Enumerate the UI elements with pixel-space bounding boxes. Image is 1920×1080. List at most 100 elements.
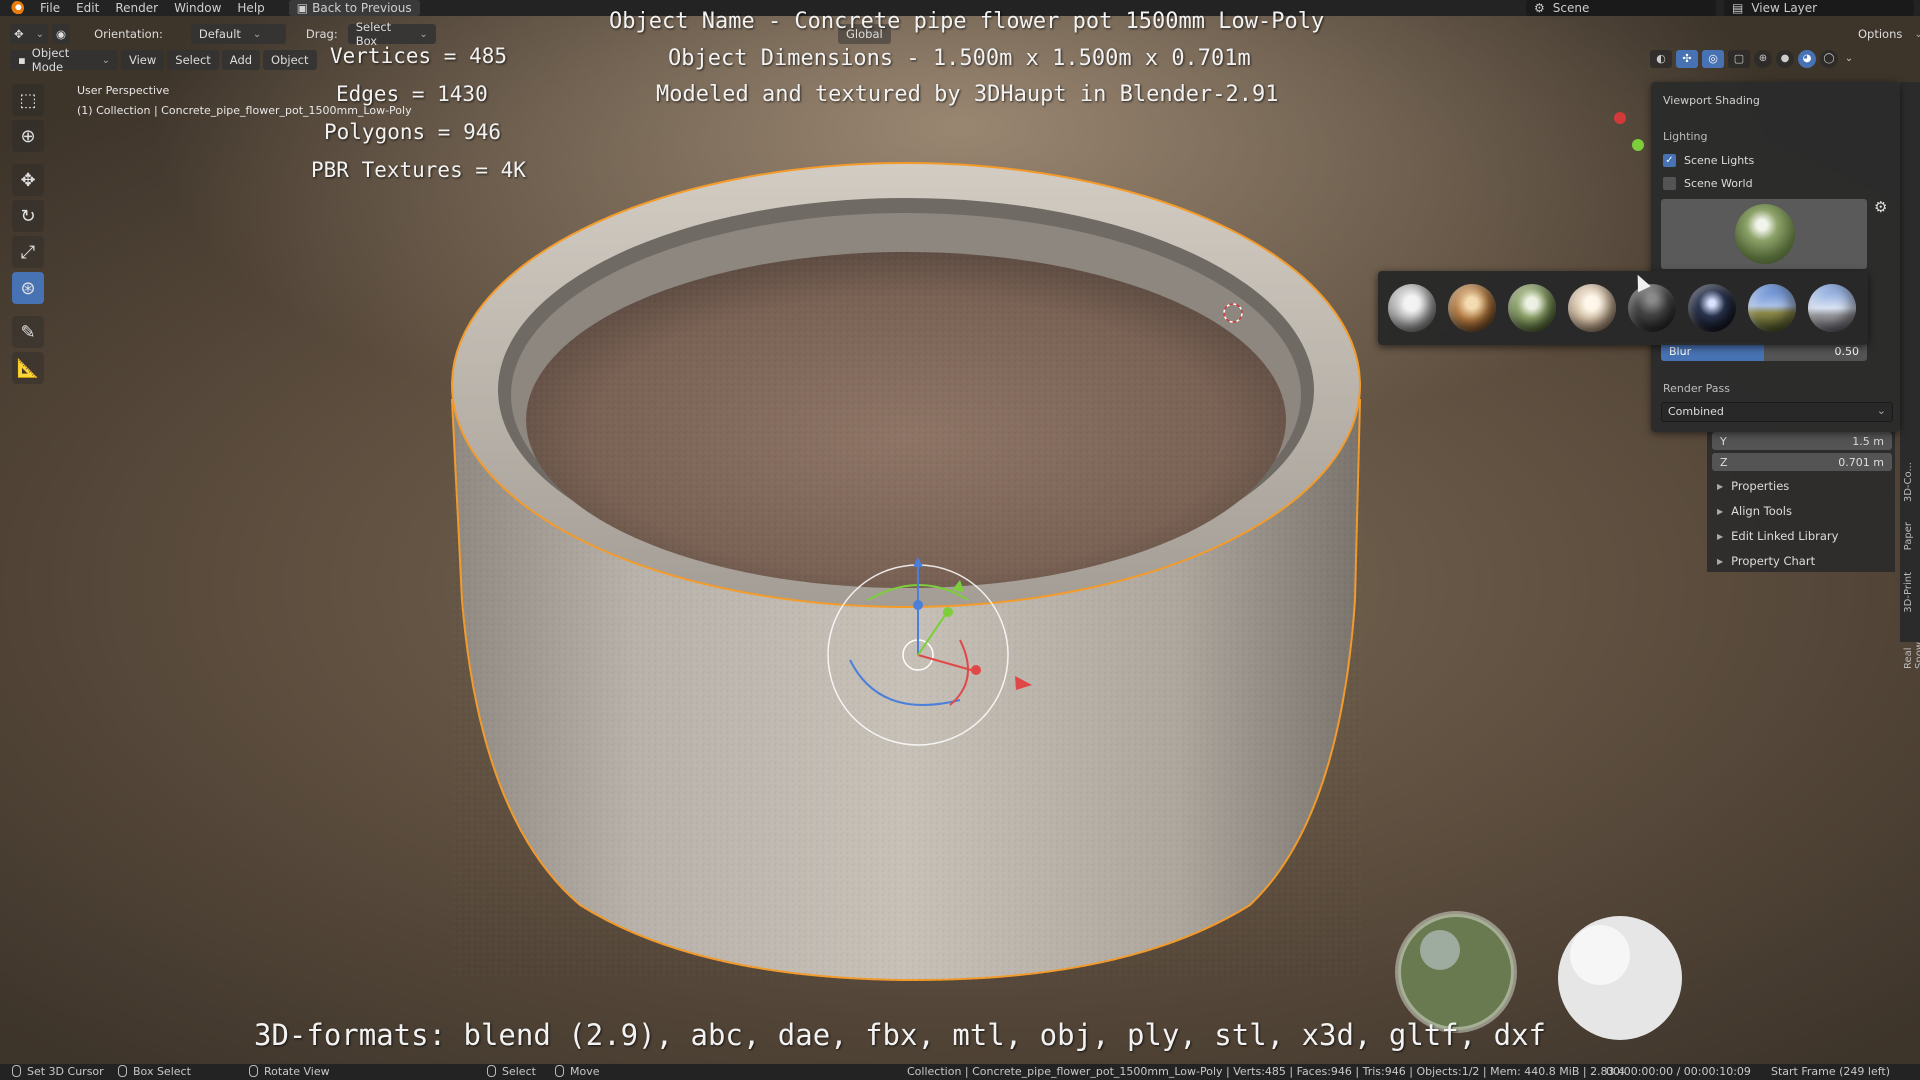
scale-tool-icon[interactable]: ⤢ <box>12 236 44 268</box>
status-box-select: Box Select <box>118 1065 191 1078</box>
select-box-tool-icon[interactable]: ⬚ <box>12 84 44 116</box>
back-to-previous-button[interactable]: ▣ Back to Previous <box>288 0 420 16</box>
concrete-pot-object[interactable] <box>0 0 1920 1064</box>
drag-label: Drag: <box>305 27 338 41</box>
tab-3d-print[interactable]: 3D-Print <box>1903 572 1914 613</box>
section-property-chart[interactable]: ▶ Property Chart <box>1707 550 1895 572</box>
material-preview-shading-icon[interactable]: ◕ <box>1798 50 1816 68</box>
render-pass-value: Combined <box>1668 405 1724 418</box>
cursor-tool-icon[interactable]: ⊕ <box>12 120 44 152</box>
orientation-dropdown[interactable]: Default <box>190 24 286 44</box>
menu-edit[interactable]: Edit <box>68 0 107 16</box>
section-property-chart-label: Property Chart <box>1731 554 1816 568</box>
credit-text: Modeled and textured by 3DHaupt in Blend… <box>656 82 1279 107</box>
shading-options-chevron-icon[interactable]: ⌄ <box>1842 50 1856 68</box>
hdri-option-forest[interactable] <box>1508 284 1556 332</box>
expand-triangle-icon: ▶ <box>1717 531 1724 541</box>
menu-add[interactable]: Add <box>221 50 261 70</box>
shading-mode-buttons: ◐ ✣ ◎ ▢ ⊕ ● ◕ ◯ ⌄ <box>1650 50 1856 68</box>
annotate-tool-icon[interactable]: ✎ <box>12 316 44 348</box>
hdri-preview-sphere <box>1735 204 1795 264</box>
mouse-drag-icon <box>118 1065 127 1077</box>
section-align-tools[interactable]: ▶ Align Tools <box>1707 500 1895 522</box>
scene-lights-checkbox[interactable]: ✓ Scene Lights <box>1663 154 1754 167</box>
nav-gizmo-x[interactable] <box>1614 112 1626 124</box>
visibility-icon[interactable]: ◐ <box>1650 50 1672 68</box>
dimension-y-value: 1.5 m <box>1852 434 1884 448</box>
editor-type-button[interactable]: ✥ <box>10 24 49 44</box>
render-pass-dropdown[interactable]: Combined <box>1661 402 1893 422</box>
checkbox-unchecked-icon <box>1663 177 1676 190</box>
mode-dropdown[interactable]: ▪ Object Mode <box>10 46 118 74</box>
mouse-middle-icon <box>249 1065 258 1077</box>
hdri-selector-strip <box>1378 271 1868 345</box>
status-bar: Set 3D Cursor Box Select Rotate View Sel… <box>0 1064 1920 1080</box>
menu-render[interactable]: Render <box>107 0 166 16</box>
rendered-shading-icon[interactable]: ◯ <box>1820 50 1838 68</box>
drag-dropdown[interactable]: Select Box <box>347 20 436 48</box>
hdri-option-sunset[interactable] <box>1748 284 1796 332</box>
status-move-label: Move <box>570 1065 600 1078</box>
solid-shading-icon[interactable]: ● <box>1776 50 1794 68</box>
menu-window[interactable]: Window <box>166 0 229 16</box>
orientation-label: Orientation: <box>94 27 163 41</box>
hdri-option-courtyard[interactable] <box>1568 284 1616 332</box>
view-layer-icon: ▤ <box>1732 1 1744 15</box>
stat-polygons: Polygons = 946 <box>324 120 502 144</box>
scene-world-checkbox[interactable]: Scene World <box>1663 177 1753 190</box>
wireframe-shading-icon[interactable]: ⊕ <box>1754 50 1772 68</box>
menu-view[interactable]: View <box>121 50 165 70</box>
overlay-toggle-icon[interactable]: ◎ <box>1702 50 1724 68</box>
menu-file[interactable]: File <box>32 0 68 16</box>
hdri-option-city[interactable] <box>1388 284 1436 332</box>
hdri-option-interior[interactable] <box>1448 284 1496 332</box>
dimension-y-field[interactable]: Y 1.5 m <box>1712 432 1892 450</box>
scene-icon: ⚙ <box>1534 1 1545 15</box>
section-properties[interactable]: ▶ Properties <box>1707 475 1895 497</box>
hdri-option-night[interactable] <box>1628 284 1676 332</box>
menu-select[interactable]: Select <box>167 50 219 70</box>
scene-name: Scene <box>1552 1 1590 15</box>
rotate-tool-icon[interactable]: ↻ <box>12 200 44 232</box>
transform-tool-icon[interactable]: ⊛ <box>12 272 44 304</box>
menu-object[interactable]: Object <box>263 50 317 70</box>
status-move: Move <box>555 1065 600 1078</box>
dimension-z-field[interactable]: Z 0.701 m <box>1712 453 1892 471</box>
tab-3d-cursor[interactable]: 3D-Co... <box>1903 462 1914 502</box>
mouse-left-icon <box>12 1065 21 1077</box>
hdri-preview-button[interactable] <box>1661 199 1867 269</box>
options-dropdown[interactable]: Options <box>1850 24 1920 44</box>
stat-textures: PBR Textures = 4K <box>311 158 526 182</box>
xray-toggle-icon[interactable]: ▢ <box>1728 50 1750 68</box>
preferences-gear-icon[interactable]: ⚙ <box>1874 198 1887 216</box>
menu-help[interactable]: Help <box>229 0 272 16</box>
object-name-text: Object Name - Concrete pipe flower pot 1… <box>609 9 1325 34</box>
active-tool-icon[interactable]: ◉ <box>52 24 71 44</box>
gizmo-toggle-icon[interactable]: ✣ <box>1676 50 1698 68</box>
dimension-y-label: Y <box>1720 434 1727 448</box>
tab-paper[interactable]: Paper <box>1903 522 1914 550</box>
hdri-option-sky[interactable] <box>1808 284 1856 332</box>
render-pass-label: Render Pass <box>1663 382 1730 395</box>
blender-logo-icon[interactable] <box>10 1 24 15</box>
dimension-z-label: Z <box>1720 455 1728 469</box>
blur-value: 0.50 <box>1834 345 1860 358</box>
lighting-section-label: Lighting <box>1663 130 1708 143</box>
nav-gizmo-y[interactable] <box>1632 139 1644 151</box>
scene-world-label: Scene World <box>1684 177 1753 190</box>
back-to-previous-label: Back to Previous <box>312 1 412 15</box>
viewport-shading-popover: Viewport Shading Lighting ✓ Scene Lights… <box>1651 82 1900 432</box>
measure-tool-icon[interactable]: 📐 <box>12 352 44 384</box>
section-edit-linked-library[interactable]: ▶ Edit Linked Library <box>1707 525 1895 547</box>
status-select-label: Select <box>502 1065 536 1078</box>
scene-selector[interactable]: ⚙ Scene <box>1526 0 1716 16</box>
hdri-option-studio[interactable] <box>1688 284 1736 332</box>
move-tool-icon[interactable]: ✥ <box>12 164 44 196</box>
view-layer-selector[interactable]: ▤ View Layer <box>1724 0 1914 16</box>
mode-value: Object Mode <box>31 46 70 74</box>
status-select: Select <box>487 1065 536 1078</box>
blur-slider[interactable]: Blur 0.50 <box>1661 343 1867 361</box>
tab-real-snow[interactable]: Real Snow <box>1903 642 1920 669</box>
object-dimensions-text: Object Dimensions - 1.500m x 1.500m x 0.… <box>668 46 1251 71</box>
viewport-header: ▪ Object Mode View Select Add Object <box>0 46 317 74</box>
